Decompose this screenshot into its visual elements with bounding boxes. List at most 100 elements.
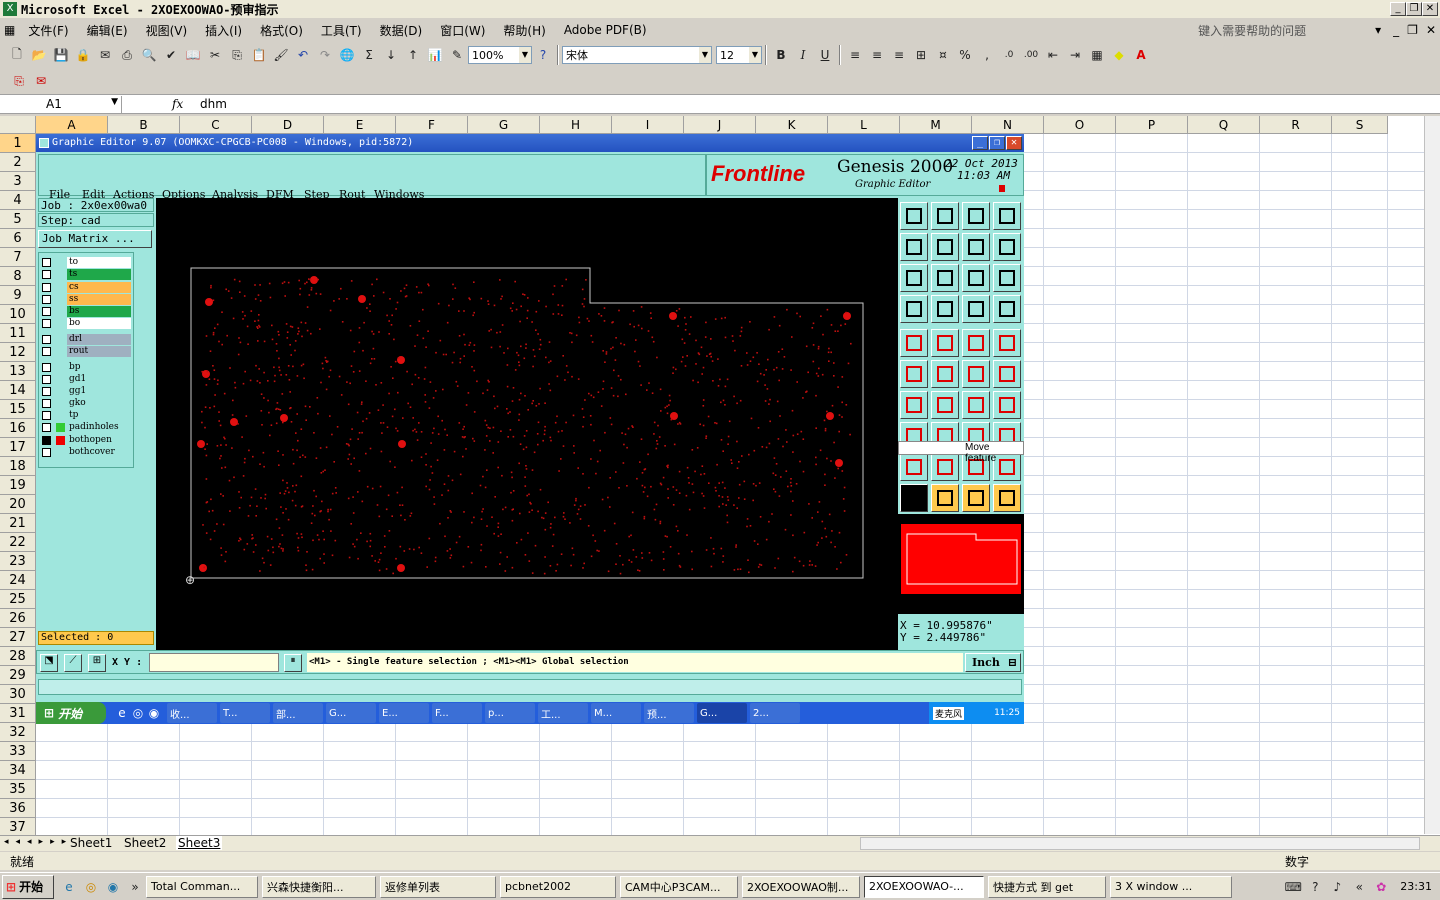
merge-center-icon[interactable]: ⊞ <box>911 45 931 65</box>
triangle-a-icon[interactable] <box>900 453 928 481</box>
taskbar-button[interactable]: pcbnet2002 <box>500 875 616 898</box>
fx-icon[interactable]: fx <box>172 97 183 111</box>
align-center-icon[interactable]: ≡ <box>867 45 887 65</box>
row-header[interactable]: 26 <box>0 609 36 628</box>
layer-checkbox[interactable] <box>42 436 51 445</box>
inner-task-button[interactable]: 工... <box>538 703 588 723</box>
layer-checkbox[interactable] <box>42 295 51 304</box>
row-header[interactable]: 30 <box>0 685 36 704</box>
decrease-decimal-icon[interactable]: .00 <box>1021 45 1041 65</box>
row-header[interactable]: 8 <box>0 267 36 286</box>
doc-close-button[interactable]: ✕ <box>1426 23 1436 37</box>
menu-edit[interactable]: 编辑(E) <box>87 22 128 39</box>
row-header[interactable]: 15 <box>0 400 36 419</box>
row-header[interactable]: 27 <box>0 628 36 647</box>
genesis-close-button[interactable]: ✕ <box>1006 136 1022 150</box>
mirror-icon[interactable] <box>993 391 1021 419</box>
open-job-icon[interactable] <box>900 202 928 230</box>
column-header[interactable]: E <box>324 116 396 134</box>
column-header[interactable]: B <box>108 116 180 134</box>
query-icon[interactable] <box>993 264 1021 292</box>
formula-input[interactable]: dhm <box>200 97 227 111</box>
hyperlink-icon[interactable]: 🌐 <box>337 45 357 65</box>
menu-window[interactable]: 窗口(W) <box>440 22 485 39</box>
center-icon[interactable] <box>931 264 959 292</box>
layer-checkbox[interactable] <box>42 335 51 344</box>
column-header[interactable]: N <box>972 116 1044 134</box>
job-matrix-button[interactable]: Job Matrix ... <box>38 230 152 248</box>
move-feature-icon[interactable] <box>962 360 990 388</box>
inner-task-button[interactable]: 2... <box>750 703 800 723</box>
layer-checkbox[interactable] <box>42 375 51 384</box>
fill-color-icon[interactable]: ◆ <box>1109 45 1129 65</box>
column-header[interactable]: G <box>468 116 540 134</box>
inner-qq-icon[interactable]: ◎ <box>131 703 145 723</box>
name-box[interactable]: A1 ▼ <box>2 96 122 113</box>
autosum-icon[interactable]: Σ <box>359 45 379 65</box>
row-header[interactable]: 10 <box>0 305 36 324</box>
column-header[interactable]: H <box>540 116 612 134</box>
taskbar-button[interactable]: Total Comman... <box>146 875 258 898</box>
row-header[interactable]: 13 <box>0 362 36 381</box>
delete-icon[interactable] <box>931 360 959 388</box>
layer-row[interactable]: gko <box>39 398 133 409</box>
layer-row[interactable]: ts <box>39 269 133 280</box>
connect-icon[interactable] <box>900 360 928 388</box>
new-icon[interactable]: 🗋 <box>7 45 27 65</box>
sort-asc-icon[interactable]: ↓ <box>381 45 401 65</box>
select-net-icon[interactable] <box>993 484 1021 512</box>
pdf-convert-icon[interactable]: ⎘ <box>9 71 29 91</box>
select-all-corner[interactable] <box>0 116 36 134</box>
layer-checkbox[interactable] <box>42 258 51 267</box>
command-line-input[interactable] <box>38 679 1022 695</box>
inner-task-button[interactable]: T... <box>220 703 270 723</box>
chart-icon[interactable]: 📊 <box>425 45 445 65</box>
help-search[interactable]: 键入需要帮助的问题 <box>1198 22 1358 39</box>
qq-icon[interactable]: ◎ <box>81 877 101 897</box>
menu-help[interactable]: 帮助(H) <box>503 22 545 39</box>
inner-start-button[interactable]: ⊞ 开始 <box>36 702 106 724</box>
tray-volume-icon[interactable]: ♪ <box>1327 877 1347 897</box>
add-circle-icon[interactable] <box>993 329 1021 357</box>
permission-icon[interactable]: 🔒 <box>73 45 93 65</box>
xy-input[interactable] <box>149 653 279 672</box>
row-header[interactable]: 20 <box>0 495 36 514</box>
column-header[interactable]: M <box>900 116 972 134</box>
layer-row[interactable]: to <box>39 257 133 268</box>
row-header[interactable]: 21 <box>0 514 36 533</box>
row-header[interactable]: 33 <box>0 742 36 761</box>
inner-task-button[interactable]: F... <box>432 703 482 723</box>
row-header[interactable]: 36 <box>0 799 36 818</box>
zoom-select[interactable]: 100% ▼ <box>468 46 532 64</box>
format-painter-icon[interactable]: 🖌 <box>271 45 291 65</box>
taskbar-button[interactable]: 2XOEXOOWAO-... <box>864 875 984 898</box>
research-icon[interactable]: 📖 <box>183 45 203 65</box>
layer-checkbox[interactable] <box>42 411 51 420</box>
row-header[interactable]: 7 <box>0 248 36 267</box>
lock-icon[interactable]: ⏸ <box>284 654 302 672</box>
layer-select-icon[interactable] <box>962 295 990 323</box>
paste-icon[interactable]: 📋 <box>249 45 269 65</box>
rotate-icon[interactable] <box>962 391 990 419</box>
percent-icon[interactable]: % <box>955 45 975 65</box>
tray-help-icon[interactable]: ? <box>1305 877 1325 897</box>
row-header[interactable]: 9 <box>0 286 36 305</box>
ie-icon[interactable]: e <box>59 877 79 897</box>
decrease-indent-icon[interactable]: ⇤ <box>1043 45 1063 65</box>
overview-map[interactable] <box>898 514 1024 614</box>
layer-checkbox[interactable] <box>42 363 51 372</box>
start-button[interactable]: ⊞ 开始 <box>2 874 54 899</box>
inner-task-button[interactable]: p... <box>485 703 535 723</box>
layer-checkbox[interactable] <box>42 307 51 316</box>
select-icon[interactable] <box>900 484 928 512</box>
column-header[interactable]: P <box>1116 116 1188 134</box>
row-header[interactable]: 34 <box>0 761 36 780</box>
sort-desc-icon[interactable]: ↑ <box>403 45 423 65</box>
help-icon[interactable]: ? <box>533 45 553 65</box>
layer-checkbox[interactable] <box>42 399 51 408</box>
inner-task-button[interactable]: M... <box>591 703 641 723</box>
redo-icon[interactable]: ↷ <box>315 45 335 65</box>
layer-row[interactable]: drl <box>39 334 133 345</box>
menu-tools[interactable]: 工具(T) <box>321 22 362 39</box>
open-icon[interactable]: 📂 <box>29 45 49 65</box>
